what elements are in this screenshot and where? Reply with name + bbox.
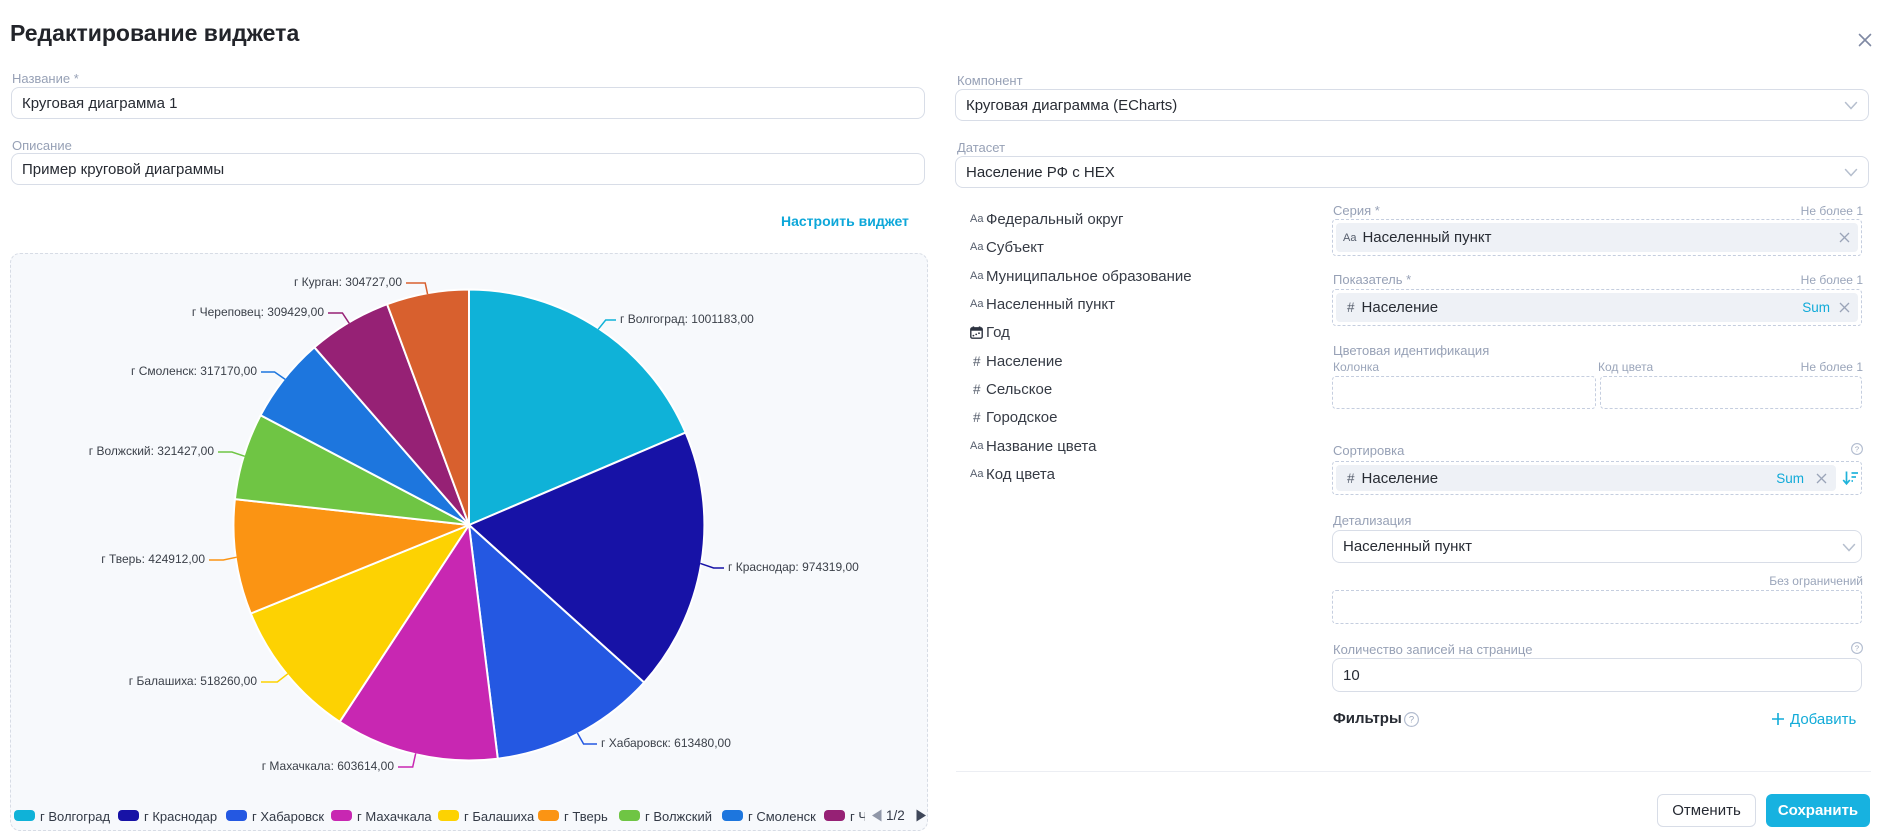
svg-text:?: ? [1409,715,1414,726]
svg-text:?: ? [1855,644,1859,653]
svg-text:?: ? [1855,445,1859,454]
